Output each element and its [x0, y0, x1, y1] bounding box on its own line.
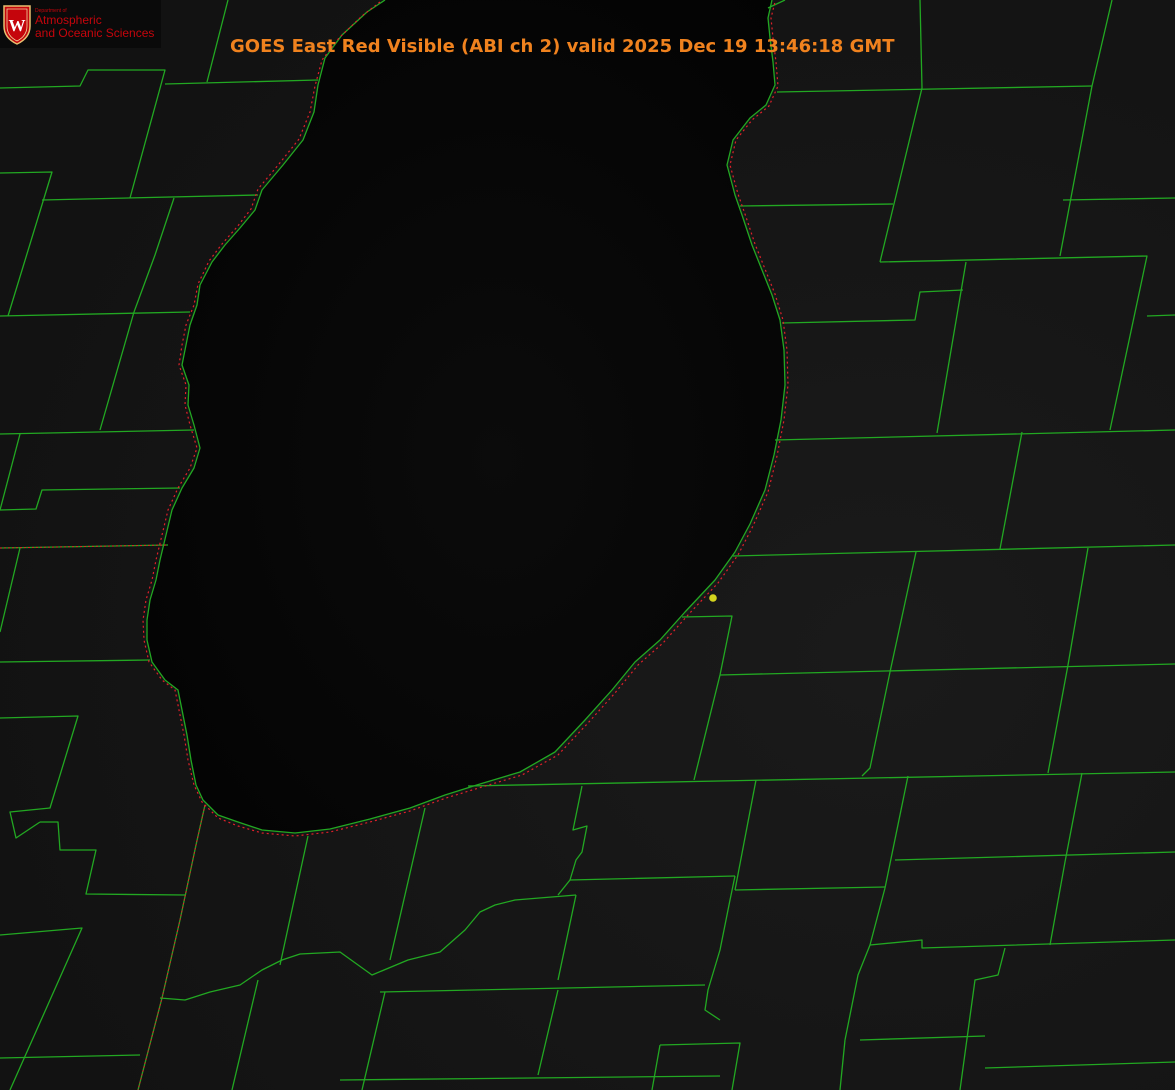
institution-logo: W Department of Atmospheric and Oceanic … [0, 0, 161, 48]
crest-letter: W [9, 16, 26, 35]
university-crest-icon: W [3, 5, 31, 45]
location-marker-icon [709, 594, 717, 602]
logo-text-line-2: and Oceanic Sciences [35, 26, 155, 40]
satellite-map [0, 0, 1175, 1090]
satellite-image-viewer: W Department of Atmospheric and Oceanic … [0, 0, 1175, 1090]
image-title: GOES East Red Visible (ABI ch 2) valid 2… [230, 36, 895, 57]
